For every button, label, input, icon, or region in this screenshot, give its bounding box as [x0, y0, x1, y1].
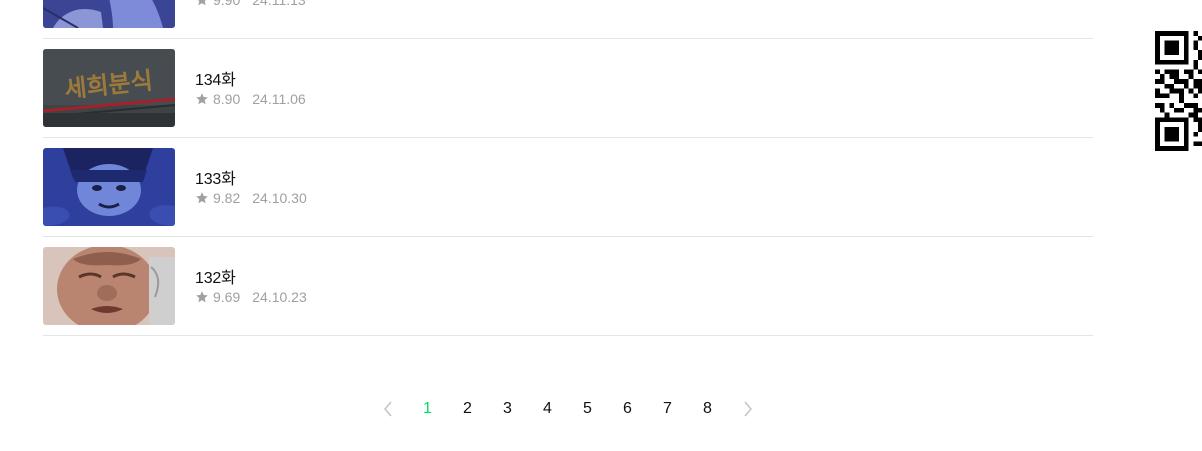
episode-thumbnail[interactable]: 세희분식	[43, 49, 175, 127]
episode-item[interactable]: 132화 9.69 24.10.23	[43, 237, 1093, 336]
episode-meta: 9.82 24.10.30	[195, 190, 307, 206]
episode-thumbnail[interactable]	[43, 0, 175, 28]
episode-rating: 9.90	[213, 0, 241, 8]
page-button-5[interactable]: 5	[568, 395, 608, 423]
episode-item[interactable]: 133화 9.82 24.10.30	[43, 138, 1093, 237]
episode-date: 24.11.13	[252, 0, 306, 8]
episode-thumbnail[interactable]	[43, 148, 175, 226]
pagination: 1 2 3 4 5 6 7 8	[0, 395, 1135, 423]
page-button-3[interactable]: 3	[488, 395, 528, 423]
episode-item[interactable]: 세희분식 134화 8.90 24.11.06	[43, 39, 1093, 138]
star-icon	[195, 92, 209, 106]
episode-thumbnail[interactable]	[43, 247, 175, 325]
episode-date: 24.11.06	[252, 91, 306, 107]
episode-rating: 9.69	[213, 289, 241, 305]
page-button-8[interactable]: 8	[688, 395, 728, 423]
episode-date: 24.10.30	[252, 190, 307, 206]
page-button-6[interactable]: 6	[608, 395, 648, 423]
episode-title: 134화	[195, 72, 236, 89]
episode-meta: 8.90 24.11.06	[195, 91, 306, 107]
episode-title: 132화	[195, 270, 236, 287]
star-icon	[195, 290, 209, 304]
page-button-4[interactable]: 4	[528, 395, 568, 423]
page-button-2[interactable]: 2	[448, 395, 488, 423]
star-icon	[195, 191, 209, 205]
chevron-right-icon[interactable]	[728, 395, 768, 423]
episode-item[interactable]: 9.90 24.11.13	[43, 0, 1093, 39]
episode-title: 133화	[195, 171, 236, 188]
episode-meta: 9.90 24.11.13	[195, 0, 306, 8]
page-button-1[interactable]: 1	[408, 395, 448, 423]
episode-rating: 8.90	[213, 91, 241, 107]
episode-meta: 9.69 24.10.23	[195, 289, 307, 305]
episode-date: 24.10.23	[252, 289, 307, 305]
episode-page: 9.90 24.11.13 세희분식 134화 8.90 24.11.06 13…	[0, 0, 1202, 451]
episode-rating: 9.82	[213, 190, 241, 206]
page-button-7[interactable]: 7	[648, 395, 688, 423]
star-icon	[195, 0, 209, 7]
qr-code	[1155, 31, 1202, 151]
chevron-left-icon[interactable]	[368, 395, 408, 423]
episode-list: 9.90 24.11.13 세희분식 134화 8.90 24.11.06 13…	[43, 0, 1093, 336]
